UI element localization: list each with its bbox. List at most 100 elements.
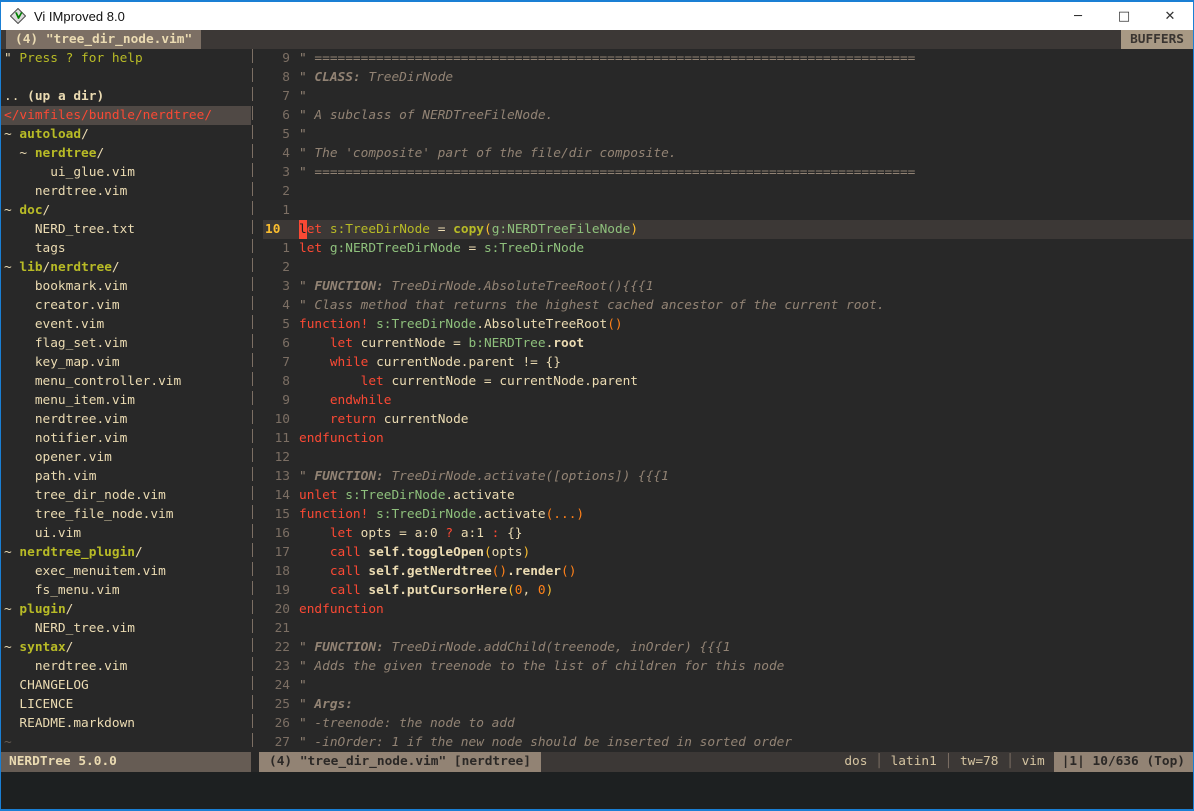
code-line[interactable]: 17 call self.toggleOpen(opts) — [263, 543, 1193, 562]
tree-item[interactable]: menu_item.vim — [1, 391, 251, 410]
code-token: copy — [453, 220, 484, 239]
minimize-button[interactable]: ─ — [1055, 2, 1101, 30]
tree-item[interactable] — [1, 68, 251, 87]
tree-item[interactable]: CHANGELOG — [1, 676, 251, 695]
line-number: 3 — [263, 277, 290, 296]
code-token: (up a dir) — [27, 89, 104, 104]
code-token: let — [330, 334, 353, 353]
code-line[interactable]: 3" =====================================… — [263, 163, 1193, 182]
code-token: Press ? for help — [19, 51, 142, 66]
tree-item[interactable]: ~ nerdtree_plugin/ — [1, 543, 251, 562]
tree-item[interactable]: nerdtree.vim — [1, 410, 251, 429]
code-line[interactable]: 8 let currentNode = currentNode.parent — [263, 372, 1193, 391]
tree-item[interactable]: event.vim — [1, 315, 251, 334]
code-line[interactable]: 4" Class method that returns the highest… — [263, 296, 1193, 315]
code-line[interactable]: 1 — [263, 201, 1193, 220]
code-line[interactable]: 24" — [263, 676, 1193, 695]
code-token: nerdtree.vim — [4, 659, 127, 674]
code-line[interactable]: 1let g:NERDTreeDirNode = s:TreeDirNode — [263, 239, 1193, 258]
maximize-button[interactable]: □ — [1101, 2, 1147, 30]
code-line[interactable]: 19 call self.putCursorHere(0, 0) — [263, 581, 1193, 600]
tree-item[interactable]: ui_glue.vim — [1, 163, 251, 182]
code-line[interactable]: 9" =====================================… — [263, 49, 1193, 68]
tree-item[interactable]: .. (up a dir) — [1, 87, 251, 106]
tree-item[interactable]: ~ nerdtree/ — [1, 144, 251, 163]
code-line[interactable]: 3" FUNCTION: TreeDirNode.AbsoluteTreeRoo… — [263, 277, 1193, 296]
code-token — [361, 581, 369, 600]
code-line[interactable]: 9 endwhile — [263, 391, 1193, 410]
tree-item[interactable]: NERD_tree.txt — [1, 220, 251, 239]
code-line-cursor[interactable]: 10let s:TreeDirNode = copy(g:NERDTreeFil… — [263, 220, 1193, 239]
code-token: nerdtree_plugin — [19, 545, 135, 560]
tree-item[interactable]: ~ — [1, 733, 251, 752]
code-line[interactable]: 26" -treenode: the node to add — [263, 714, 1193, 733]
tree-item[interactable]: tree_dir_node.vim — [1, 486, 251, 505]
code-line[interactable]: 7" — [263, 87, 1193, 106]
tree-root-path[interactable]: </vimfiles/bundle/nerdtree/ — [1, 106, 251, 125]
tree-item[interactable]: exec_menuitem.vim — [1, 562, 251, 581]
code-line[interactable]: 27" -inOrder: 1 if the new node should b… — [263, 733, 1193, 752]
line-number: 5 — [263, 315, 290, 334]
tree-item[interactable]: creator.vim — [1, 296, 251, 315]
code-line[interactable]: 10 return currentNode — [263, 410, 1193, 429]
tree-item[interactable]: NERD_tree.vim — [1, 619, 251, 638]
tab-line: (4) "tree_dir_node.vim" BUFFERS — [1, 30, 1193, 49]
tree-item[interactable]: ~ autoload/ — [1, 125, 251, 144]
code-token: bookmark.vim — [4, 279, 127, 294]
code-line[interactable]: 6" A subclass of NERDTreeFileNode. — [263, 106, 1193, 125]
code-line[interactable]: 7 while currentNode.parent != {} — [263, 353, 1193, 372]
code-line[interactable]: 5function! s:TreeDirNode.AbsoluteTreeRoo… — [263, 315, 1193, 334]
tree-item[interactable]: ~ syntax/ — [1, 638, 251, 657]
code-token: a:1 — [453, 524, 492, 543]
code-line[interactable]: 20endfunction — [263, 600, 1193, 619]
line-number: 26 — [263, 714, 290, 733]
code-line[interactable]: 21 — [263, 619, 1193, 638]
code-line[interactable]: 14unlet s:TreeDirNode.activate — [263, 486, 1193, 505]
code-token: TreeDirNode.addChild(treenode, inOrder) … — [391, 638, 730, 657]
tree-item[interactable]: ui.vim — [1, 524, 251, 543]
statusline-item: tw=78 — [960, 754, 999, 769]
tab-tree-dir-node[interactable]: (4) "tree_dir_node.vim" — [6, 30, 201, 49]
window-separator[interactable] — [251, 49, 263, 752]
code-line[interactable]: 13" FUNCTION: TreeDirNode.activate([opti… — [263, 467, 1193, 486]
tree-item[interactable]: bookmark.vim — [1, 277, 251, 296]
code-line[interactable]: 2 — [263, 182, 1193, 201]
code-line[interactable]: 22" FUNCTION: TreeDirNode.addChild(treen… — [263, 638, 1193, 657]
tree-item[interactable]: ~ lib/nerdtree/ — [1, 258, 251, 277]
line-number: 2 — [263, 258, 290, 277]
tree-item[interactable]: README.markdown — [1, 714, 251, 733]
line-number: 6 — [263, 334, 290, 353]
code-line[interactable]: 16 let opts = a:0 ? a:1 : {} — [263, 524, 1193, 543]
tree-item[interactable]: fs_menu.vim — [1, 581, 251, 600]
code-token: currentNode = — [353, 334, 469, 353]
code-line[interactable]: 6 let currentNode = b:NERDTree.root — [263, 334, 1193, 353]
tree-item[interactable]: menu_controller.vim — [1, 372, 251, 391]
command-line[interactable] — [1, 772, 1193, 809]
code-line[interactable]: 2 — [263, 258, 1193, 277]
code-line[interactable]: 15function! s:TreeDirNode.activate(...) — [263, 505, 1193, 524]
code-line[interactable]: 8" CLASS: TreeDirNode — [263, 68, 1193, 87]
tree-item[interactable]: key_map.vim — [1, 353, 251, 372]
tree-item[interactable]: notifier.vim — [1, 429, 251, 448]
tree-item[interactable]: tags — [1, 239, 251, 258]
tree-item[interactable]: opener.vim — [1, 448, 251, 467]
tree-item[interactable]: nerdtree.vim — [1, 182, 251, 201]
tree-item[interactable]: ~ doc/ — [1, 201, 251, 220]
code-line[interactable]: 12 — [263, 448, 1193, 467]
tree-item[interactable]: path.vim — [1, 467, 251, 486]
code-line[interactable]: 11endfunction — [263, 429, 1193, 448]
code-line[interactable]: 23" Adds the given treenode to the list … — [263, 657, 1193, 676]
tree-item[interactable]: ~ plugin/ — [1, 600, 251, 619]
code-line[interactable]: 5" — [263, 125, 1193, 144]
tree-item[interactable]: flag_set.vim — [1, 334, 251, 353]
code-line[interactable]: 18 call self.getNerdtree().render() — [263, 562, 1193, 581]
code-line[interactable]: 25" Args: — [263, 695, 1193, 714]
tree-item[interactable]: nerdtree.vim — [1, 657, 251, 676]
tree-item[interactable]: tree_file_node.vim — [1, 505, 251, 524]
close-button[interactable]: ✕ — [1147, 2, 1193, 30]
tree-item[interactable]: LICENCE — [1, 695, 251, 714]
tree-item[interactable]: " Press ? for help — [1, 49, 251, 68]
code-token: tags — [4, 241, 66, 256]
statusline-gap — [251, 752, 259, 772]
code-line[interactable]: 4" The 'composite' part of the file/dir … — [263, 144, 1193, 163]
